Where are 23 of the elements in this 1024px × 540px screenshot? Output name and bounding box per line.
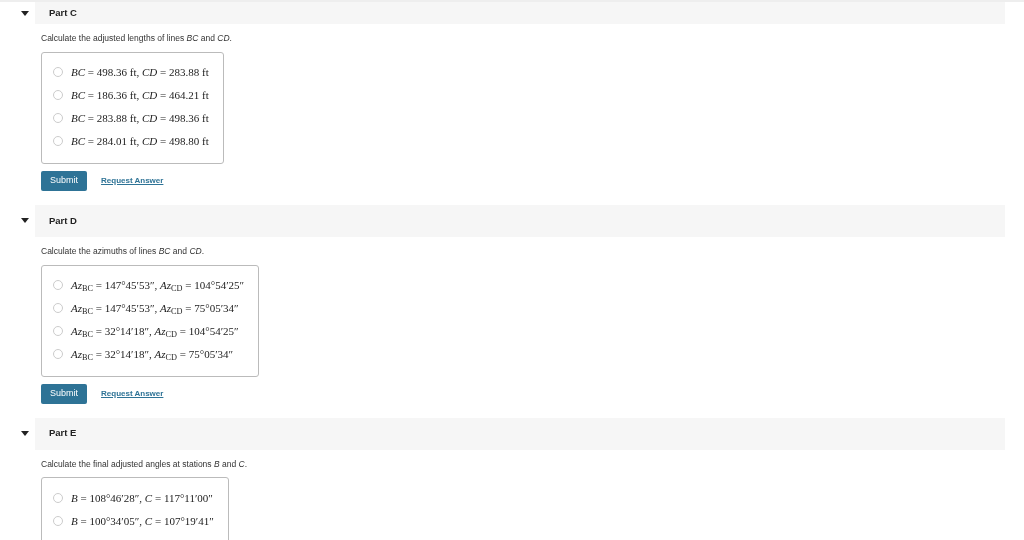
option-label: BC = 186.36 ft, CD = 464.21 ft [71, 88, 209, 103]
option-label: B = 100°34′05″, C = 107°19′41″ [71, 513, 214, 529]
option-label: BC = 284.01 ft, CD = 498.80 ft [71, 134, 209, 149]
option-label: B = 108°46′28″, C = 117°11′00″ [71, 490, 213, 506]
question-text: Calculate the final adjusted angles at stations B and C. [41, 457, 248, 471]
caret-icon[interactable] [21, 431, 29, 436]
part-title: Part E [49, 426, 77, 441]
question-text: Calculate the adjusted lengths of lines BC and CD. [41, 32, 232, 45]
caret-icon[interactable] [21, 10, 29, 16]
request-answer-link[interactable]: Request Answer [101, 174, 164, 187]
option-label: BC = 498.36 ft, CD = 283.88 ft [71, 65, 209, 80]
part-title: Part C [49, 5, 77, 20]
caret-icon[interactable] [21, 218, 29, 224]
request-answer-link[interactable]: Request Answer [101, 387, 164, 400]
option-label: Az$_{BC}$ = 32°14′18″, Az$_{CD}$ = 75°05′34″ [71, 346, 234, 363]
question-text: Calculate the azimuths of lines BC and CD. [41, 244, 205, 258]
option-label: Az$_{BC}$ = 147°45′53″, Az$_{CD}$ = 75°05′34″ [71, 300, 239, 317]
option-label: Az$_{BC}$ = 32°14′18″, Az$_{CD}$ = 104°54′25″ [71, 323, 239, 340]
option-label: Az$_{BC}$ = 147°45′53″, Az$_{CD}$ = 104°54′25″ [71, 277, 245, 294]
option-label: BC = 283.88 ft, CD = 498.36 ft [71, 111, 209, 126]
submit-button[interactable]: Submit [41, 170, 87, 191]
part-title: Part D [49, 213, 77, 228]
submit-button[interactable]: Submit [41, 383, 87, 404]
